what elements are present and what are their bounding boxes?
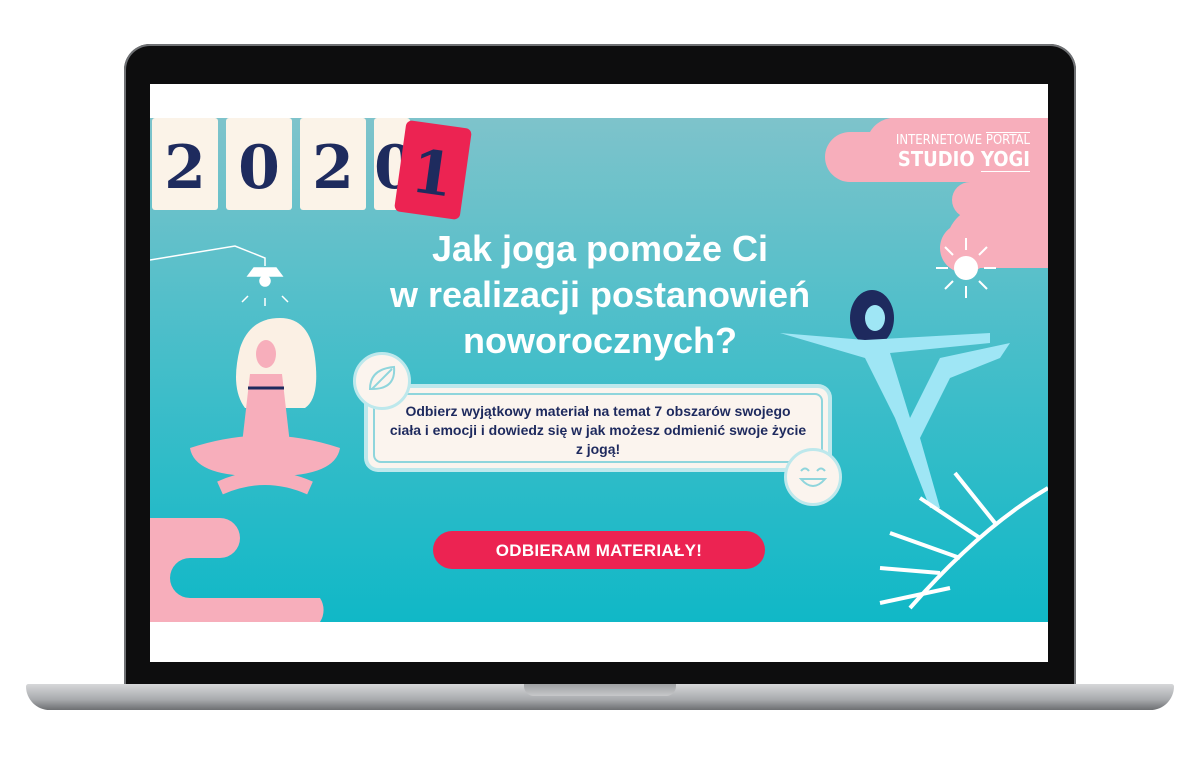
logo-text: PORTAL xyxy=(985,132,1030,148)
smiley-icon xyxy=(784,448,842,506)
studio-yogi-logo: INTERNETOWE PORTAL STUDIO YOGI xyxy=(895,132,1030,172)
year-digit: 0 xyxy=(226,118,292,210)
headline: Jak joga pomoże Ci w realizacji postanow… xyxy=(330,226,870,364)
headline-line: noworocznych? xyxy=(462,320,737,361)
promo-banner: 2 0 2 0 1 INTERNETOWE PORTAL STUDIO YOGI… xyxy=(150,118,1048,622)
description-text: Odbierz wyjątkowy materiał na temat 7 ob… xyxy=(389,403,807,457)
logo-text: STUDIO xyxy=(897,147,975,171)
leaf-icon xyxy=(353,352,411,410)
logo-text: YOGI xyxy=(980,147,1030,172)
headline-line: w realizacji postanowień xyxy=(389,274,811,315)
headline-line: Jak joga pomoże Ci xyxy=(431,228,769,269)
logo-text: INTERNETOWE xyxy=(895,133,983,148)
description-card: Odbierz wyjątkowy materiał na temat 7 ob… xyxy=(368,388,828,468)
meditating-woman-illustration xyxy=(190,318,340,495)
year-digit: 2 xyxy=(152,118,218,210)
lamp-icon xyxy=(150,245,289,306)
sun-icon xyxy=(936,238,996,298)
year-digit-new: 1 xyxy=(393,119,473,221)
get-materials-button[interactable]: ODBIERAM MATERIAŁY! xyxy=(433,531,765,569)
palm-leaf-illustration xyxy=(879,471,1048,610)
laptop-notch xyxy=(524,684,676,696)
year-digit: 2 xyxy=(300,118,366,210)
